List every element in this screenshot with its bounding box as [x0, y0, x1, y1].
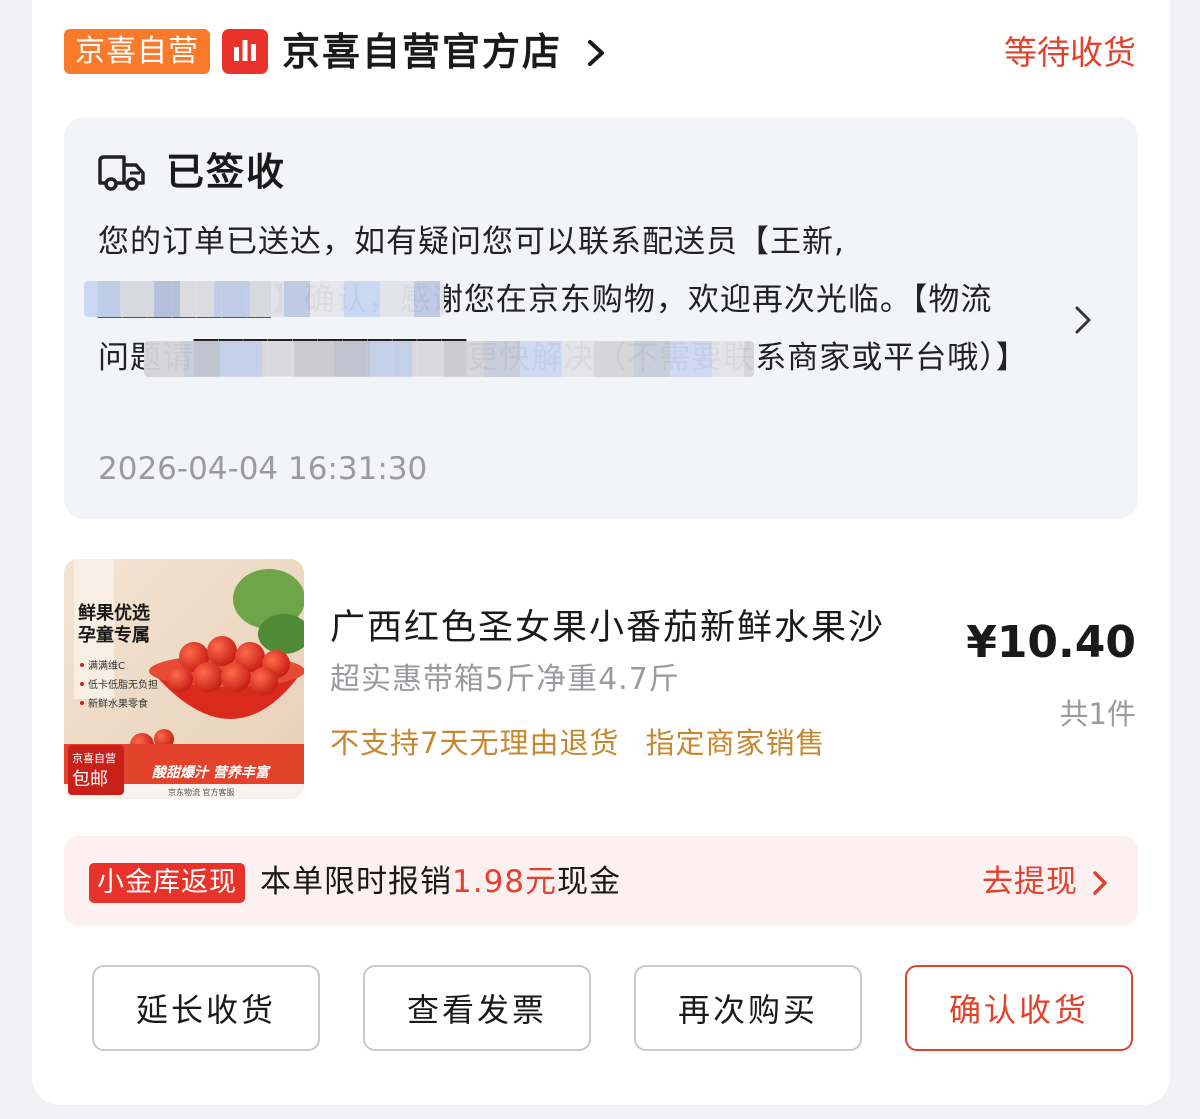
cashback-text-prefix: 本单限时报销	[260, 864, 452, 900]
withdraw-link[interactable]: 去提现	[982, 858, 1078, 906]
chevron-right-icon[interactable]	[584, 38, 608, 68]
rebuy-button[interactable]: 再次购买	[634, 965, 862, 1051]
chevron-right-icon[interactable]	[1072, 303, 1094, 337]
logistics-title: 已签收	[166, 150, 287, 194]
order-status: 等待收货	[1004, 33, 1136, 72]
image-footer: 京东物流 官方客服	[168, 787, 235, 797]
truck-icon	[98, 155, 145, 191]
redacted-text	[144, 341, 754, 377]
product-image[interactable]: 鲜果优选 孕童专属 满满维C 低卡低脂无负担 新鲜水果零食 京喜自营 包邮 酸甜…	[64, 559, 304, 799]
extend-receipt-button[interactable]: 延长收货	[92, 965, 320, 1051]
image-headline-2: 孕童专属	[78, 624, 150, 646]
image-bullet-3: 新鲜水果零食	[88, 697, 148, 710]
product-price: ¥10.40	[966, 617, 1136, 668]
image-corner-2: 包邮	[72, 769, 108, 790]
redacted-phone	[84, 281, 444, 317]
logistics-panel[interactable]: 已签收 您的订单已送达，如有疑问您可以联系配送员【王新, ███████】确认，…	[64, 117, 1138, 519]
logistics-time: 2026-04-04 16:31:30	[98, 451, 428, 487]
shop-badge: 京喜自营	[64, 29, 210, 74]
confirm-receipt-button[interactable]: 确认收货	[905, 965, 1133, 1051]
view-invoice-button[interactable]: 查看发票	[363, 965, 591, 1051]
product-title[interactable]: 广西红色圣女果小番茄新鲜水果沙	[330, 600, 970, 656]
image-slogan: 酸甜爆汁 营养丰富	[152, 764, 271, 781]
product-tags: 不支持7天无理由退货 指定商家销售	[330, 720, 851, 766]
shop-name-link[interactable]: 京喜自营官方店	[282, 24, 562, 80]
cashback-amount: 1.98元	[452, 864, 558, 900]
product-quantity: 共1件	[1059, 697, 1136, 731]
image-corner-1: 京喜自营	[72, 751, 116, 765]
chevron-right-icon[interactable]	[1092, 870, 1108, 896]
cashback-badge: 小金库返现	[89, 863, 245, 903]
image-bullet-2: 低卡低脂无负担	[88, 678, 158, 691]
tomato-product-illustration: 鲜果优选 孕童专属 满满维C 低卡低脂无负担 新鲜水果零食 京喜自营 包邮 酸甜…	[64, 559, 304, 799]
product-tag: 指定商家销售	[645, 726, 826, 760]
image-headline-1: 鲜果优选	[78, 602, 150, 624]
cashback-text: 本单限时报销1.98元现金	[260, 858, 621, 906]
product-tag: 不支持7天无理由退货	[330, 726, 620, 760]
cashback-text-suffix: 现金	[557, 864, 622, 900]
shop-logo-icon[interactable]	[222, 29, 268, 74]
image-bullet-1: 满满维C	[88, 659, 125, 672]
product-spec: 超实惠带箱5斤净重4.7斤	[330, 662, 680, 697]
cashback-banner[interactable]: 小金库返现 本单限时报销1.98元现金 去提现	[64, 836, 1138, 926]
